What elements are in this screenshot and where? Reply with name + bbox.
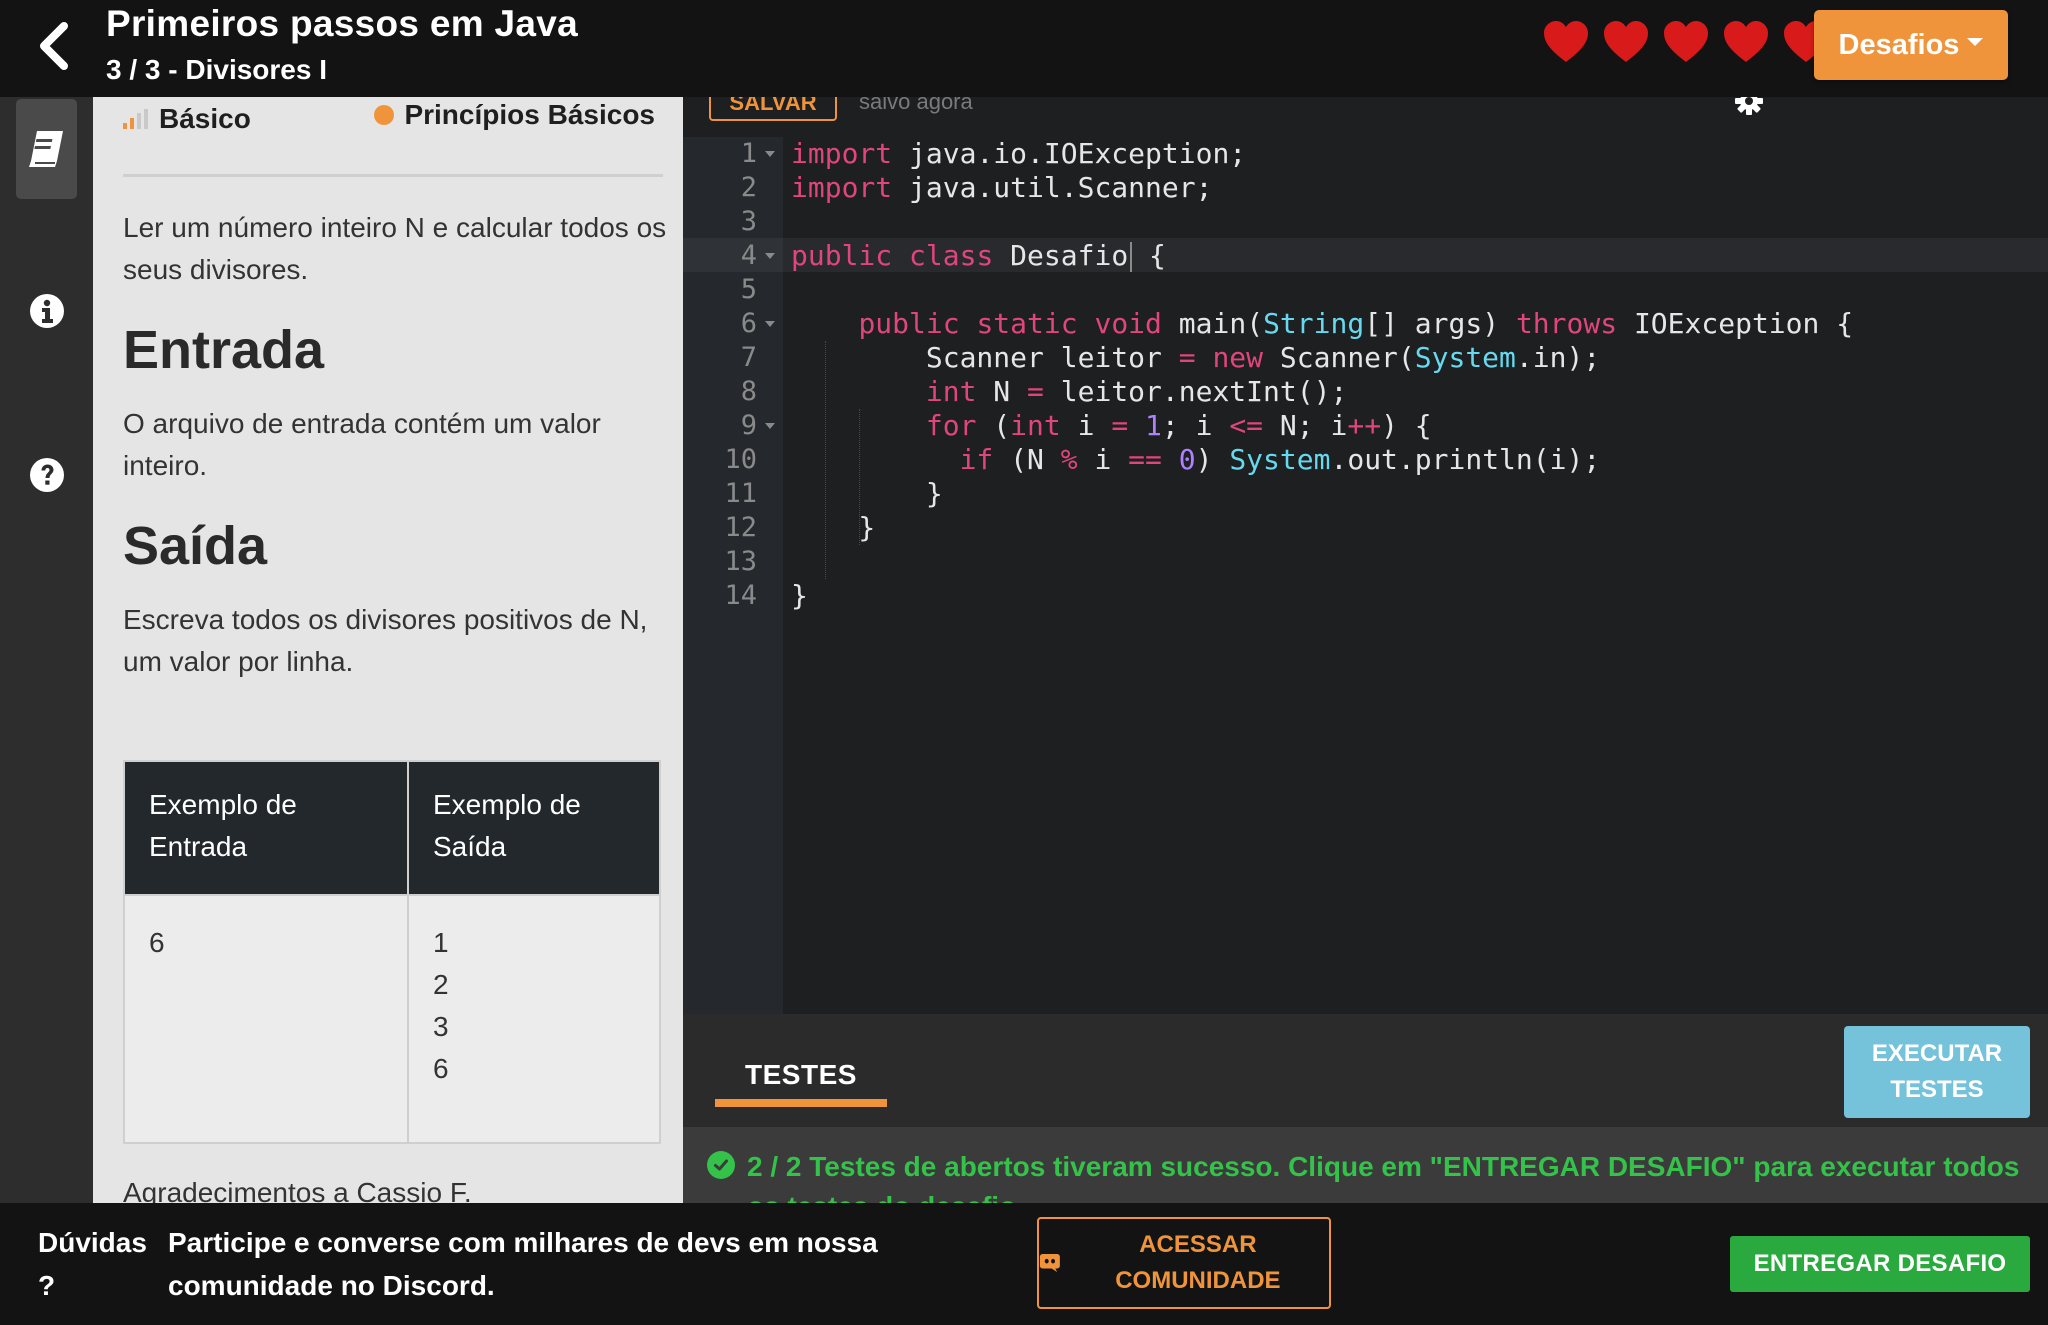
code-line: int N = leitor.nextInt(); — [925, 375, 1348, 408]
chevron-left-icon — [40, 22, 68, 70]
caret-down-icon — [1967, 38, 1984, 46]
book-icon — [28, 131, 63, 167]
line-number: 12 — [724, 512, 757, 543]
rail-item-description[interactable] — [16, 99, 77, 199]
lives-hearts — [1542, 20, 1816, 70]
code-line: public class Desafio { — [791, 239, 1166, 272]
code-line: import java.io.IOException; — [791, 137, 1247, 170]
example-input-cell: 6 — [123, 894, 409, 1144]
problem-panel: Básico Princípios Básicos Ler um número … — [93, 97, 683, 1203]
rail-item-info[interactable] — [16, 261, 77, 361]
input-heading: Entrada — [123, 320, 325, 380]
questions-label: Dúvidas ? — [38, 1227, 147, 1301]
code-line: for (int i = 1; i <= N; i++) { — [925, 409, 1432, 442]
desafios-dropdown-button[interactable]: Desafios — [1814, 10, 2008, 80]
problem-description: Ler um número inteiro N e calcular todos… — [123, 212, 667, 285]
example-output-line: 6 — [433, 1053, 449, 1084]
fold-arrow-icon[interactable] — [765, 321, 775, 327]
editor-toolbar: SALVAR salvo agora — [683, 97, 2048, 137]
heart-icon — [1784, 21, 1816, 62]
example-table: Exemplo de Entrada Exemplo de Saída 6 1 … — [123, 760, 661, 1144]
line-number: 11 — [724, 478, 757, 509]
code-editor[interactable]: import java.io.IOException; import java.… — [783, 137, 2048, 1014]
desafios-label: Desafios — [1838, 28, 1960, 61]
topic-label: Princípios Básicos — [404, 99, 655, 130]
text-cursor — [1130, 242, 1133, 272]
check-circle-icon — [707, 1151, 735, 1179]
discord-invite-text: Participe e converse com milhares de dev… — [168, 1227, 878, 1301]
line-number: 3 — [740, 206, 757, 237]
line-number: 10 — [724, 444, 757, 475]
difficulty-level: Básico — [123, 103, 251, 135]
left-icon-rail — [0, 97, 93, 1203]
run-tests-button[interactable]: EXECUTAR TESTES — [1844, 1026, 2030, 1118]
line-number: 1 — [740, 138, 757, 169]
save-button[interactable]: SALVAR — [709, 97, 837, 121]
question-icon — [29, 458, 64, 492]
heart-icon — [1664, 21, 1708, 62]
heart-icon — [1544, 21, 1588, 62]
app-root: Primeiros passos em Java 3 / 3 - Divisor… — [0, 0, 2048, 1325]
example-input-line: 6 — [149, 927, 165, 958]
tab-tests-underline — [715, 1099, 887, 1107]
example-output-line: 1 — [433, 927, 449, 958]
table-header-row: Exemplo de Entrada Exemplo de Saída — [123, 760, 661, 896]
code-line: } — [791, 477, 943, 510]
gear-icon[interactable] — [1733, 97, 1765, 117]
test-result-message: 2 / 2 Testes de abertos tiveram sucesso.… — [707, 1147, 2047, 1203]
editor-gutter: 1 2 3 4 5 6 7 8 9 10 11 12 13 14 — [683, 137, 783, 1014]
line-number: 2 — [740, 172, 757, 203]
line-number: 13 — [724, 546, 757, 577]
input-text: O arquivo de entrada contém um valor int… — [123, 408, 601, 481]
code-line: } — [791, 579, 808, 612]
heart-icon — [1724, 21, 1768, 62]
acknowledgements: Agradecimentos a Cassio F. — [123, 1177, 472, 1203]
fold-arrow-icon[interactable] — [765, 253, 775, 259]
example-output-line: 2 — [433, 969, 449, 1000]
line-number: 8 — [740, 376, 757, 407]
tests-tab-bar: TESTES EXECUTAR TESTES — [683, 1014, 2048, 1127]
test-results: 2 / 2 Testes de abertos tiveram sucesso.… — [683, 1127, 2048, 1203]
code-line: public static void main(String[] args) t… — [858, 307, 1854, 340]
table-row: 6 1 2 3 6 — [123, 894, 661, 1144]
divider — [123, 174, 663, 177]
difficulty-label: Básico — [159, 103, 251, 134]
info-icon — [29, 294, 64, 328]
rail-item-help[interactable] — [16, 425, 77, 525]
tab-tests[interactable]: TESTES — [715, 1052, 887, 1102]
code-line: } — [791, 511, 876, 544]
example-output-cell: 1 2 3 6 — [407, 894, 661, 1144]
back-button[interactable] — [30, 16, 84, 76]
code-line: Scanner leitor = new Scanner(System.in); — [791, 341, 1601, 374]
line-number: 6 — [740, 308, 757, 339]
line-number: 5 — [740, 274, 757, 305]
challenge-subtitle: 3 / 3 - Divisores I — [106, 54, 327, 85]
output-text: Escreva todos os divisores positivos de … — [123, 604, 648, 677]
course-title: Primeiros passos em Java — [106, 3, 579, 44]
topic-tag: Princípios Básicos — [374, 99, 655, 131]
bottom-bar: Dúvidas ? Participe e converse com milha… — [0, 1203, 2048, 1325]
signal-bars-icon — [123, 109, 148, 129]
fold-arrow-icon[interactable] — [765, 423, 775, 429]
line-number: 9 — [740, 410, 757, 441]
code-line: if (N % i == 0) System.out.println(i); — [959, 443, 1601, 476]
table-header-input: Exemplo de Entrada — [123, 760, 409, 896]
table-header-output: Exemplo de Saída — [407, 760, 661, 896]
access-community-label: ACESSAR COMUNIDADE — [1115, 1231, 1281, 1294]
discord-icon — [1039, 1253, 1060, 1273]
output-heading: Saída — [123, 516, 268, 576]
submit-challenge-button[interactable]: ENTREGAR DESAFIO — [1730, 1236, 2030, 1292]
top-header: Primeiros passos em Java 3 / 3 - Divisor… — [0, 0, 2048, 97]
heart-icon — [1604, 21, 1648, 62]
example-output-line: 3 — [433, 1011, 449, 1042]
line-number: 14 — [724, 580, 757, 611]
access-community-button[interactable]: ACESSAR COMUNIDADE — [1037, 1217, 1331, 1309]
fold-arrow-icon[interactable] — [765, 151, 775, 157]
code-line: import java.util.Scanner; — [791, 171, 1213, 204]
saved-status: salvo agora — [859, 97, 973, 114]
topic-dot-icon — [374, 105, 395, 125]
line-number: 4 — [740, 240, 757, 271]
line-number: 7 — [740, 342, 757, 373]
test-result-text: 2 / 2 Testes de abertos tiveram sucesso.… — [747, 1151, 2020, 1203]
